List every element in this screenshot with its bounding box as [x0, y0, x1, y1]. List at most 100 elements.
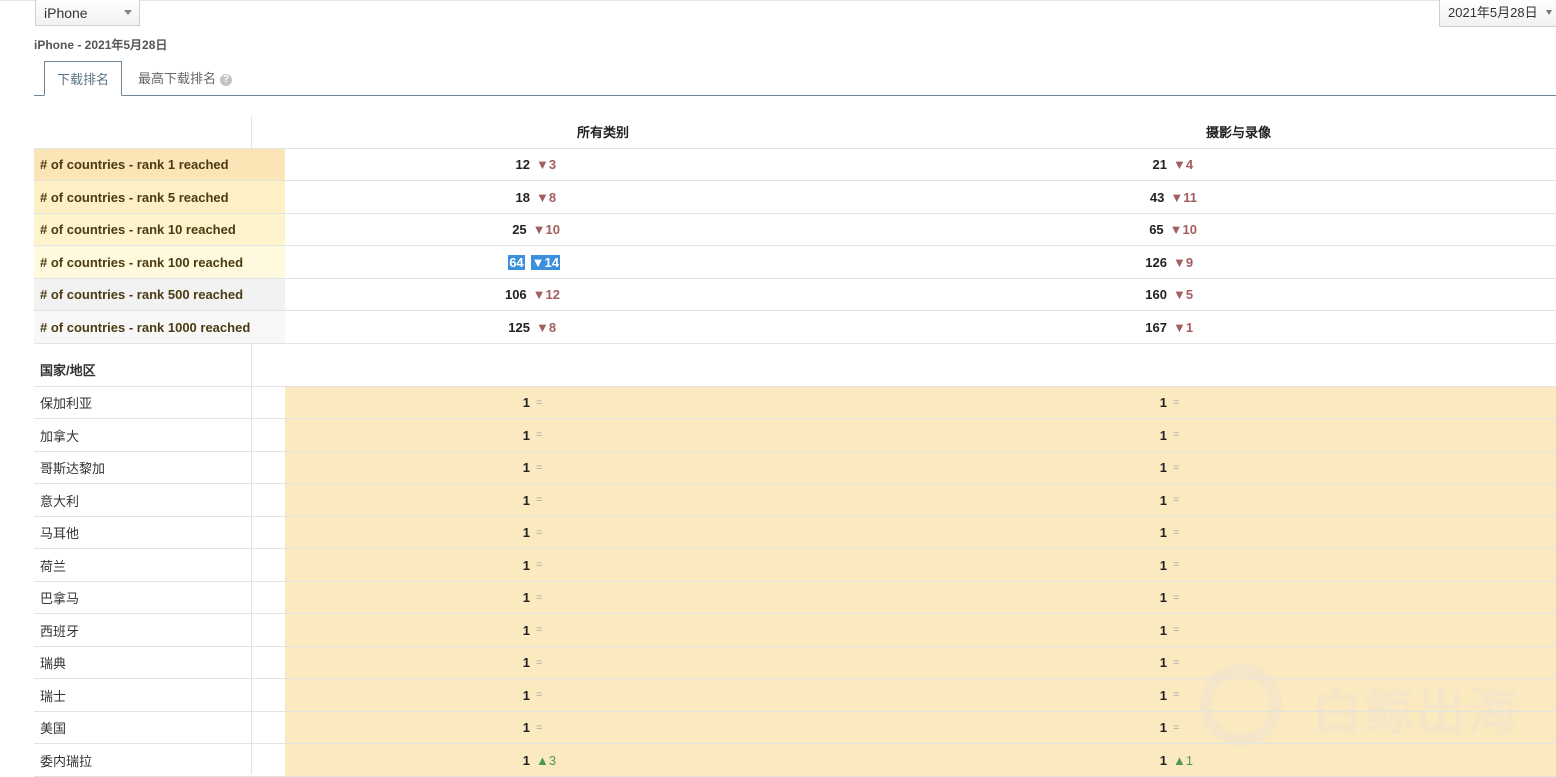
- value-cell-content: 167 ▼1: [921, 311, 1197, 343]
- rank-change: =: [1173, 526, 1180, 539]
- watermark-logo-icon: [1200, 664, 1282, 746]
- value-cell-content: 43 ▼11: [921, 181, 1197, 213]
- rank-value: 106: [504, 287, 527, 302]
- value-cell: 1 =: [285, 679, 921, 711]
- value-cell: 18 ▼8: [285, 181, 921, 213]
- value-cell-content: 1 =: [921, 582, 1197, 613]
- rank-change: =: [1173, 689, 1180, 701]
- country-row[interactable]: 加拿大 1 = 1 =: [34, 419, 1556, 452]
- rank-value: 1: [522, 525, 530, 540]
- value-cell: 64 ▼14: [285, 246, 921, 278]
- country-row[interactable]: 西班牙 1 = 1 =: [34, 614, 1556, 647]
- rank-change: =: [1173, 591, 1180, 604]
- value-cell: 1 =: [921, 582, 1556, 613]
- stat-label: # of countries - rank 1000 reached: [34, 311, 285, 343]
- value-cell-content: 64 ▼14: [285, 246, 560, 278]
- value-cell-content: 126 ▼9: [921, 246, 1197, 278]
- rank-value: 1: [522, 492, 530, 508]
- column-header-photo-video: 摄影与录像: [1205, 125, 1271, 140]
- rank-value: 25: [512, 222, 527, 237]
- value-cell: 1 =: [921, 549, 1556, 581]
- rank-value: 43: [1149, 189, 1165, 205]
- rank-value: 1: [522, 557, 530, 573]
- value-cell-content: 1 =: [285, 679, 560, 711]
- value-cell-content: 1 =: [285, 549, 560, 581]
- country-name: 瑞士: [40, 688, 67, 704]
- rank-value: 1: [1159, 687, 1167, 703]
- value-cell-content: 1 =: [921, 517, 1197, 548]
- rank-change: =: [536, 591, 543, 604]
- country-row[interactable]: 荷兰 1 = 1 =: [34, 549, 1556, 582]
- value-cell-content: 1 =: [285, 582, 560, 613]
- tab-download-rank[interactable]: 下载排名: [44, 61, 122, 96]
- rank-value: 1: [522, 622, 530, 638]
- help-icon[interactable]: ?: [220, 73, 233, 86]
- value-cell-content: 1 =: [921, 484, 1197, 516]
- chevron-down-icon: [124, 10, 132, 15]
- rank-change: =: [536, 689, 543, 701]
- rank-change: =: [536, 461, 543, 474]
- rank-change: =: [1173, 624, 1180, 636]
- rank-value: 1: [522, 395, 530, 410]
- watermark-text: 白鲸出海: [1312, 683, 1520, 741]
- rank-value: 1: [1159, 622, 1167, 638]
- rank-change: ▼9: [1173, 254, 1194, 270]
- rank-change: =: [536, 721, 543, 734]
- country-row[interactable]: 意大利 1 = 1 =: [34, 484, 1556, 517]
- rank-value: 1: [1159, 655, 1167, 670]
- rank-value: 1: [522, 720, 530, 735]
- rank-change: =: [536, 396, 543, 409]
- rank-change: =: [1173, 559, 1180, 571]
- stat-row: # of countries - rank 1 reached 12 ▼3 21 ▼4: [34, 149, 1556, 181]
- stat-label: # of countries - rank 10 reached: [34, 214, 285, 245]
- stat-label: # of countries - rank 500 reached: [34, 279, 285, 310]
- value-cell: 12 ▼3: [285, 149, 921, 180]
- rank-change: ▼8: [536, 319, 557, 335]
- country-header-row: 国家/地区: [34, 344, 1556, 387]
- rank-value: 1: [522, 590, 530, 605]
- value-cell: 106 ▼12: [285, 279, 921, 310]
- rank-value: 1: [1159, 395, 1167, 410]
- rank-change: ▼4: [1173, 157, 1194, 172]
- rank-change: ▼11: [1170, 189, 1197, 205]
- value-cell-content: 1 =: [285, 614, 560, 646]
- tab-top-download-rank[interactable]: 最高下载排名?: [138, 61, 233, 96]
- rank-change: ▲1: [1173, 752, 1194, 768]
- value-cell: 1 =: [921, 517, 1556, 548]
- date-select-value: 2021年5月28日: [1448, 5, 1538, 20]
- value-cell-content: 1 =: [285, 517, 560, 548]
- column-header-cell: 摄影与录像: [921, 116, 1556, 148]
- device-select[interactable]: iPhone: [35, 0, 140, 26]
- country-row[interactable]: 保加利亚 1 = 1 =: [34, 387, 1556, 419]
- value-cell-content: 1 ▲1: [921, 744, 1197, 776]
- country-name: 保加利亚: [40, 396, 93, 411]
- rank-change: =: [1173, 721, 1180, 734]
- rank-change: ▼12: [532, 287, 560, 302]
- value-cell: 126 ▼9: [921, 246, 1556, 278]
- country-name: 加拿大: [40, 428, 80, 444]
- value-cell-content: 1 =: [921, 614, 1197, 646]
- country-name: 美国: [40, 721, 67, 736]
- rank-change: =: [536, 429, 543, 441]
- rank-value: 1: [522, 687, 530, 703]
- country-row[interactable]: 哥斯达黎加 1 = 1 =: [34, 452, 1556, 484]
- value-cell-content: 25 ▼10: [285, 214, 560, 245]
- stat-row: # of countries - rank 500 reached 106 ▼12 1…: [34, 279, 1556, 311]
- column-header-all-categories: 所有类别: [576, 125, 629, 140]
- country-row[interactable]: 巴拿马 1 = 1 =: [34, 582, 1556, 614]
- rank-value: 167: [1145, 319, 1167, 335]
- value-cell: 1 =: [285, 614, 921, 646]
- value-cell: 1 =: [285, 582, 921, 613]
- rank-change: ▼8: [536, 189, 557, 205]
- value-cell: 1 =: [285, 549, 921, 581]
- rank-value: 1: [1159, 525, 1167, 540]
- rank-change: ▼1: [1173, 319, 1194, 335]
- rank-value: 64: [508, 254, 525, 270]
- country-row[interactable]: 马耳他 1 = 1 =: [34, 517, 1556, 549]
- date-select[interactable]: 2021年5月28日: [1439, 0, 1556, 27]
- rank-change: =: [536, 494, 543, 506]
- stat-row: # of countries - rank 5 reached 18 ▼8 43 ▼11: [34, 181, 1556, 214]
- rank-value: 1: [1159, 460, 1167, 475]
- rank-change: ▲3: [536, 752, 557, 768]
- value-cell-content: 1 =: [285, 712, 560, 743]
